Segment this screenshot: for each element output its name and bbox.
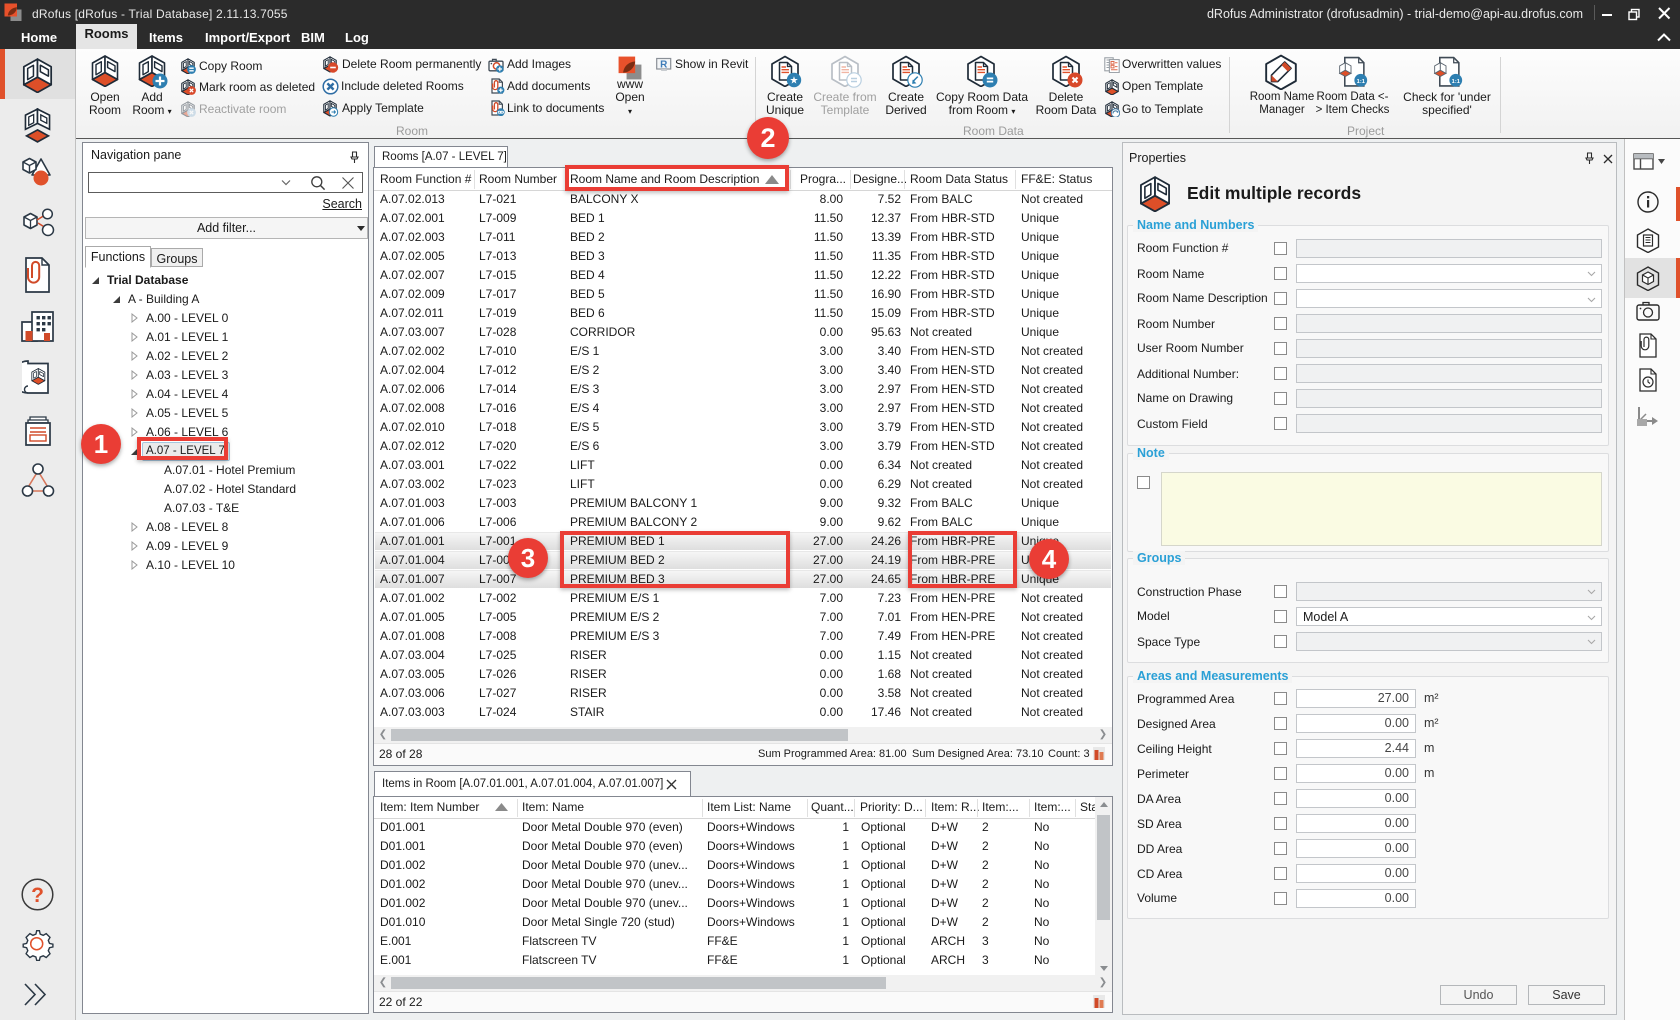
svg-text:★: ★ — [790, 75, 799, 86]
svg-text:?: ? — [31, 884, 44, 907]
